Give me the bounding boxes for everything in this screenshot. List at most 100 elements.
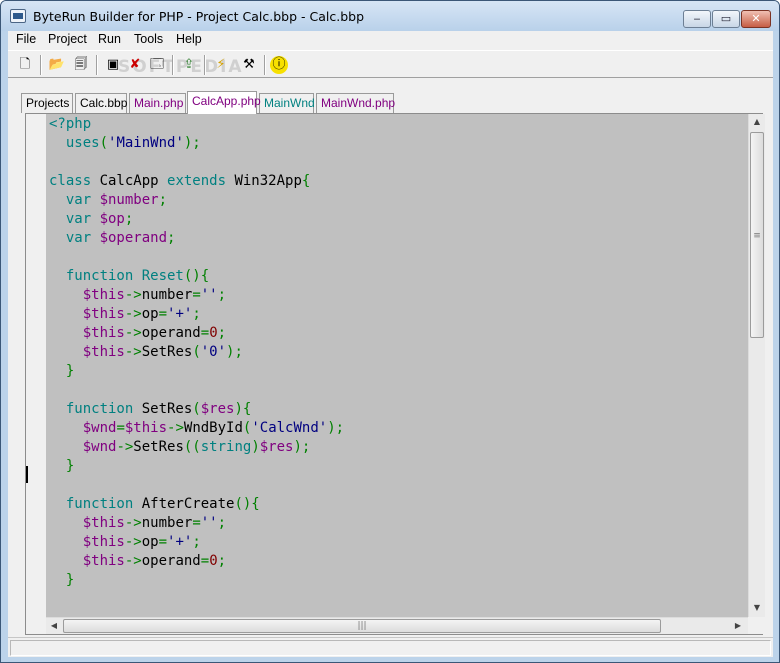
- open-folder-icon[interactable]: 📂: [46, 55, 68, 75]
- horizontal-scrollbar[interactable]: ◀ ||| ▶: [46, 617, 748, 634]
- menu-run[interactable]: Run: [96, 32, 123, 46]
- tab-calc-bbp[interactable]: Calc.bbp: [75, 93, 127, 113]
- code-token: ;: [192, 534, 201, 550]
- code-token: operand: [141, 325, 201, 341]
- code-token: ;: [217, 515, 227, 531]
- code-token: $wnd: [82, 420, 117, 436]
- menu-file[interactable]: File: [14, 32, 38, 46]
- scroll-right-button[interactable]: ▶: [730, 618, 746, 634]
- code-token: '+': [167, 306, 193, 322]
- code-token: $op: [99, 211, 125, 227]
- code-line: $this->number='';: [49, 514, 226, 533]
- build-tools-icon[interactable]: ⚒: [238, 55, 260, 75]
- add-form-icon[interactable]: ▣: [102, 55, 124, 75]
- tab-mainwnd-php[interactable]: MainWnd.php: [316, 93, 396, 113]
- scroll-up-button[interactable]: ▲: [749, 114, 765, 130]
- toolbar-separator: [40, 55, 42, 75]
- code-token: '': [200, 287, 218, 303]
- code-line: $this->SetRes('0');: [49, 343, 243, 362]
- code-token: ->: [124, 306, 142, 322]
- text-caret: [26, 466, 28, 483]
- minimize-button[interactable]: ‒: [683, 10, 711, 28]
- code-token: SetRes: [141, 401, 193, 417]
- window-icon[interactable]: 🗔: [146, 55, 168, 75]
- code-token: number: [141, 287, 193, 303]
- code-token: operand: [141, 553, 201, 569]
- code-line: uses('MainWnd');: [49, 134, 201, 153]
- toolbar: SOFTPEDIA 🗋 📂 🗐 ▣ ✘ 🗔 ⇪ ⚡ ⚒ ⓘ: [8, 50, 773, 78]
- menu-tools[interactable]: Tools: [132, 32, 165, 46]
- toolbar-separator: [204, 55, 206, 75]
- vertical-scrollbar[interactable]: ▲ ≡ ▼: [748, 114, 765, 617]
- code-token: ->: [124, 534, 142, 550]
- code-token: ;: [217, 287, 227, 303]
- delete-icon[interactable]: ✘: [124, 55, 146, 75]
- horizontal-scroll-thumb[interactable]: |||: [63, 619, 661, 633]
- save-all-icon[interactable]: 🗐: [70, 55, 92, 75]
- code-token: =: [200, 325, 210, 341]
- app-icon[interactable]: [10, 9, 26, 23]
- menu-help[interactable]: Help: [174, 32, 204, 46]
- code-token: ): [251, 439, 260, 455]
- title-bar[interactable]: ByteRun Builder for PHP - Project Calc.b…: [1, 1, 779, 31]
- code-token: ->: [124, 344, 142, 360]
- scrollbar-corner: [748, 617, 765, 634]
- scroll-down-button[interactable]: ▼: [749, 600, 765, 616]
- code-text-area[interactable]: <?php uses('MainWnd'); class CalcApp exte…: [46, 114, 748, 617]
- code-token: }: [65, 458, 75, 474]
- code-token: 'CalcWnd': [251, 420, 328, 436]
- code-line: function AfterCreate(){: [49, 495, 260, 514]
- tab-projects[interactable]: Projects: [21, 93, 73, 113]
- vertical-scroll-thumb[interactable]: ≡: [750, 132, 764, 338]
- code-token: =: [200, 553, 210, 569]
- code-token: );: [226, 344, 243, 360]
- menu-bar: File Project Run Tools Help: [8, 31, 773, 49]
- scroll-left-button[interactable]: ◀: [46, 618, 62, 634]
- code-line: }: [49, 571, 74, 590]
- code-token: var: [65, 211, 100, 227]
- editor-gutter: [26, 114, 46, 634]
- code-token: $this: [82, 306, 125, 322]
- code-token: $number: [99, 192, 159, 208]
- code-token: );: [327, 420, 345, 436]
- tab-label: MainWnd.php: [321, 96, 396, 110]
- code-token: ->: [124, 325, 142, 341]
- code-token: WndById: [183, 420, 243, 436]
- code-token: number: [141, 515, 193, 531]
- close-button[interactable]: ✕: [741, 10, 771, 28]
- code-line: $this->operand=0;: [49, 324, 226, 343]
- menu-project[interactable]: Project: [46, 32, 89, 46]
- client-area: File Project Run Tools Help SOFTPEDIA 🗋 …: [8, 31, 773, 657]
- code-editor: <?php uses('MainWnd'); class CalcApp exte…: [25, 113, 765, 635]
- run-icon[interactable]: ⚡: [210, 55, 232, 75]
- export-icon[interactable]: ⇪: [178, 55, 200, 75]
- code-line: }: [49, 362, 74, 381]
- code-token: ){: [234, 401, 252, 417]
- status-panel: [10, 640, 771, 656]
- tab-main-php[interactable]: Main.php: [129, 93, 186, 113]
- maximize-button[interactable]: ▭: [712, 10, 740, 28]
- code-line: $wnd->SetRes((string)$res);: [49, 438, 311, 457]
- toolbar-separator: [264, 55, 266, 75]
- code-token: ;: [192, 306, 201, 322]
- new-file-icon[interactable]: 🗋: [14, 55, 36, 75]
- code-token: '': [200, 515, 218, 531]
- tab-calcapp-php[interactable]: CalcApp.php: [187, 91, 261, 114]
- code-line: $this->number='';: [49, 286, 226, 305]
- code-token: CalcApp: [99, 173, 168, 189]
- info-icon[interactable]: ⓘ: [270, 56, 288, 74]
- code-token: (){: [234, 496, 260, 512]
- code-token: {: [301, 173, 311, 189]
- tab-label: Projects: [26, 96, 70, 110]
- code-token: ;: [217, 553, 227, 569]
- tab-mainwnd[interactable]: MainWnd: [259, 93, 315, 113]
- code-token: Win32App: [234, 173, 302, 189]
- code-line: $this->op='+';: [49, 533, 201, 552]
